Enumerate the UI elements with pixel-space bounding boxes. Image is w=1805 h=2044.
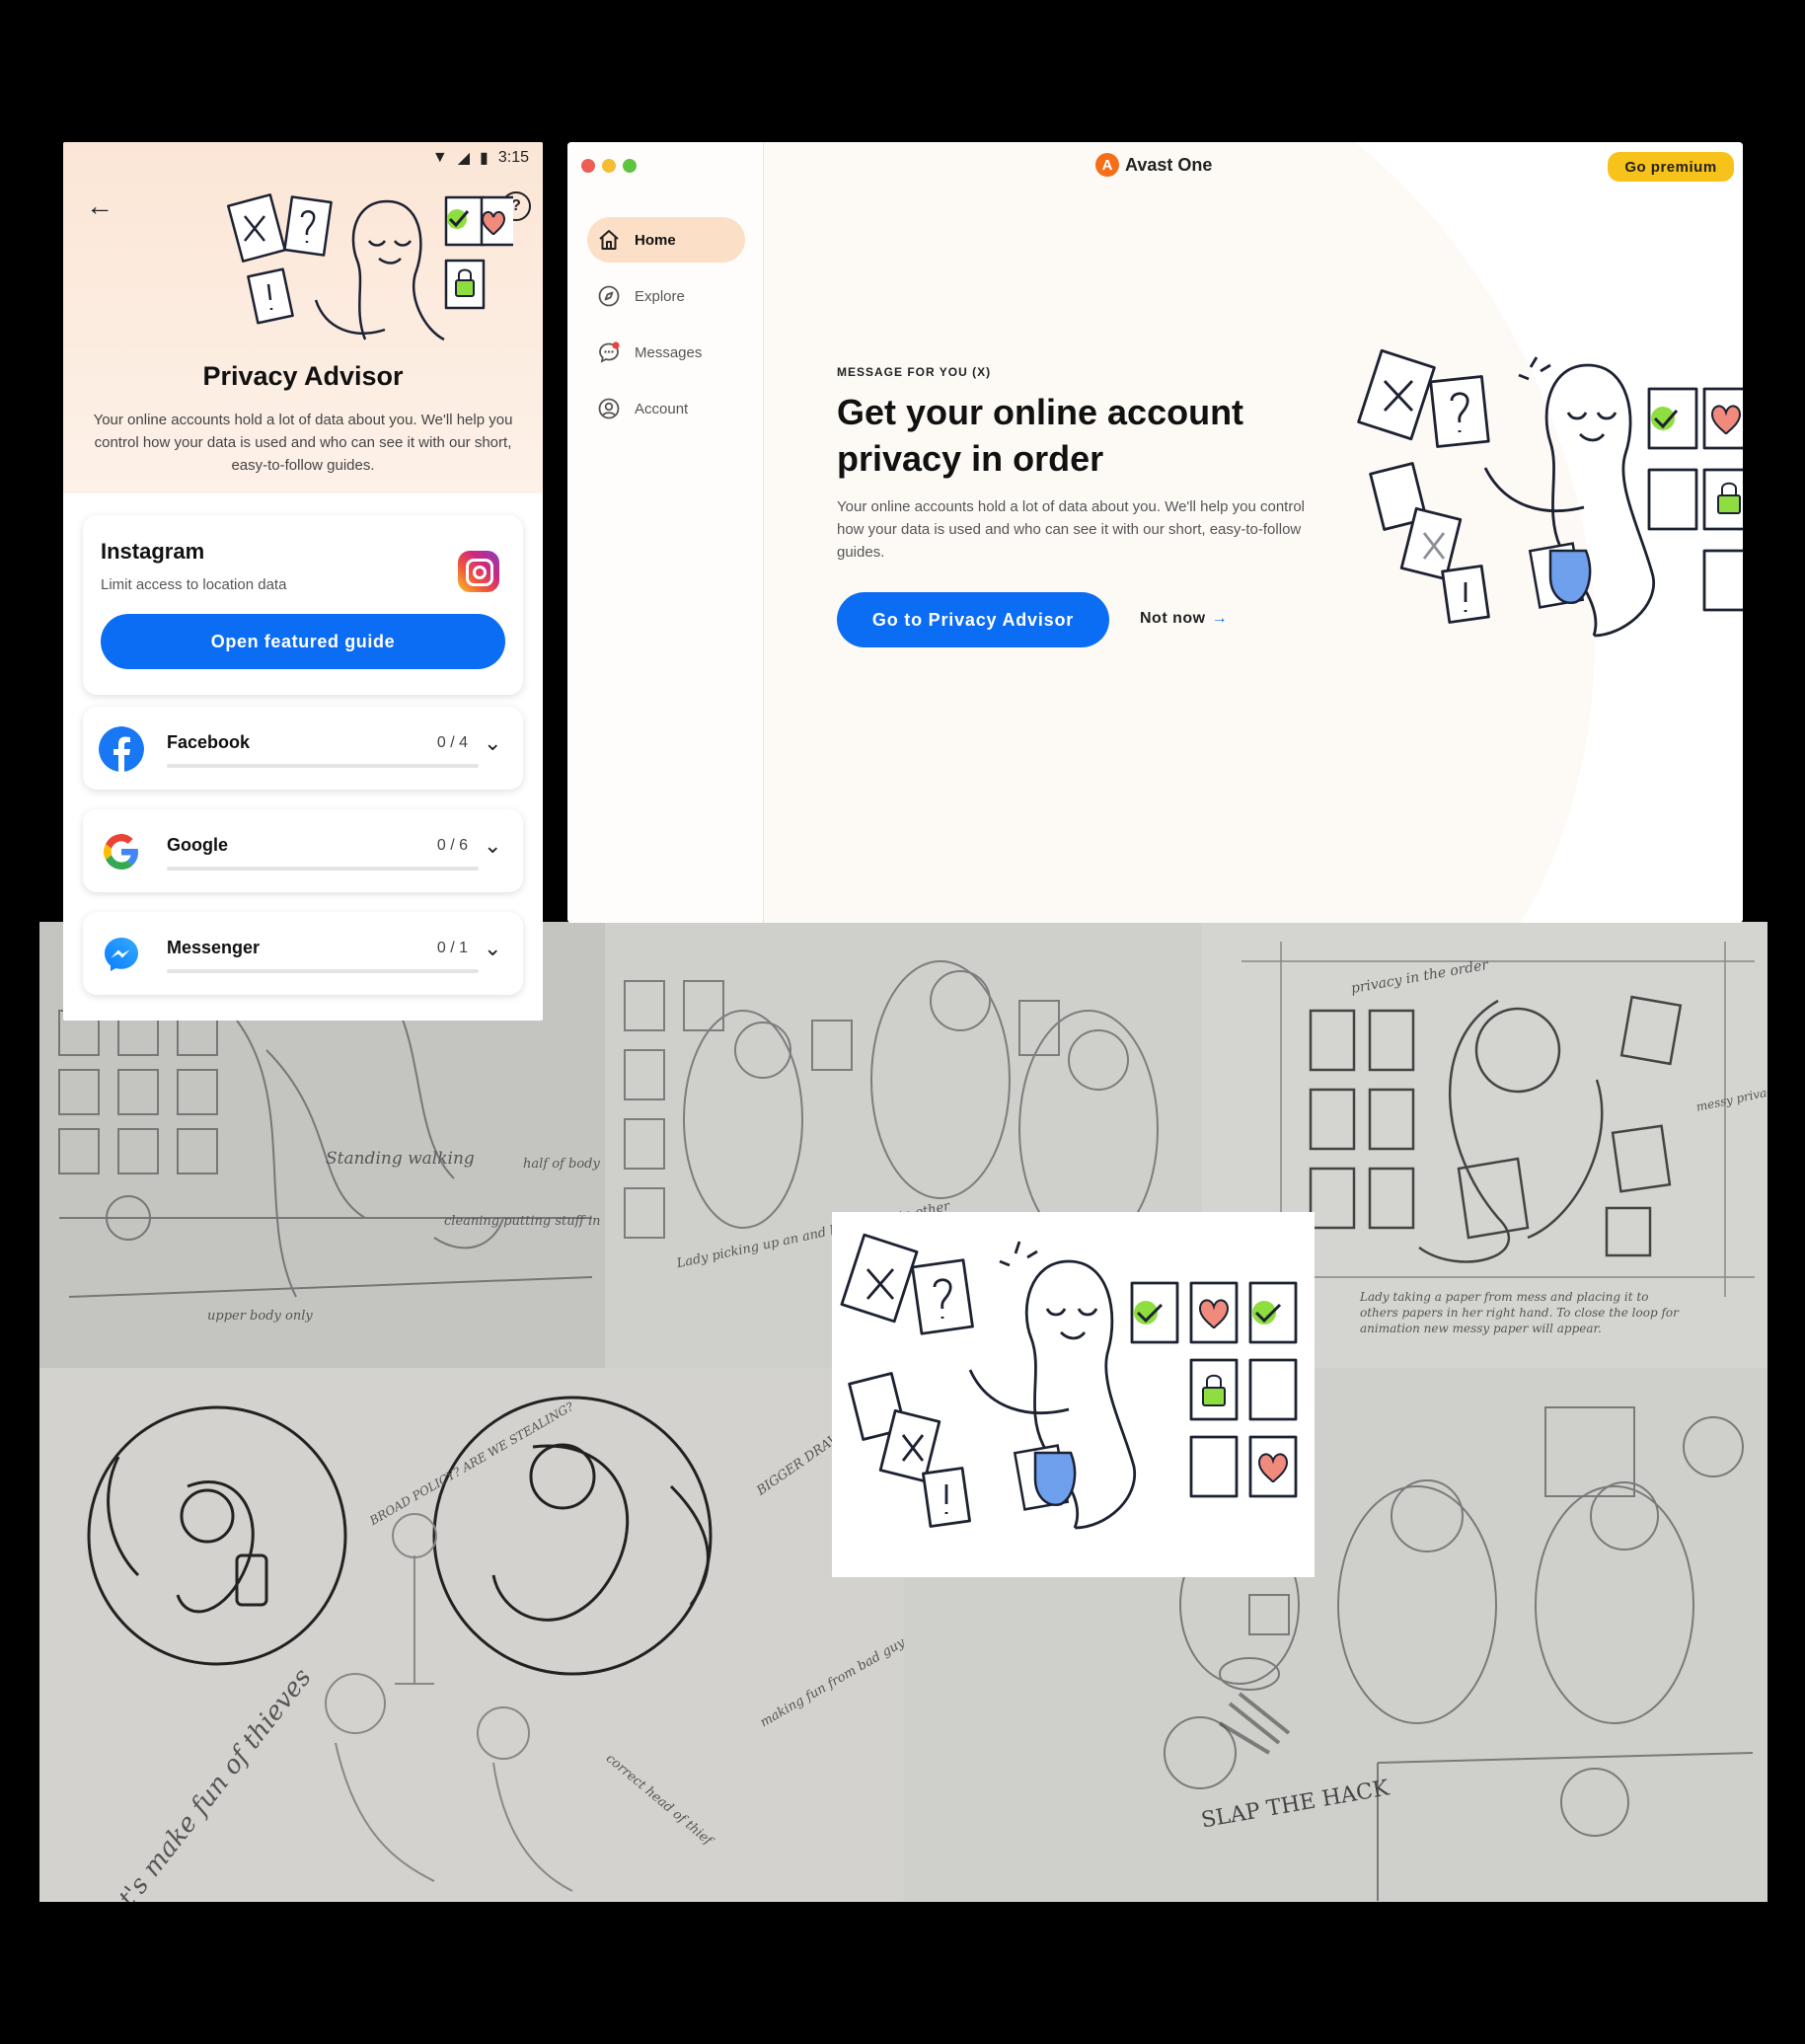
account-progress-count: 0 / 4 <box>436 734 468 751</box>
account-row-google[interactable]: Google 0 / 6 ⌄ <box>83 809 523 892</box>
chat-icon <box>597 341 621 364</box>
sidebar-item-home[interactable]: Home <box>587 217 745 263</box>
page-title: Privacy Advisor <box>202 361 404 391</box>
sketch-note: half of body will be better <box>523 1157 605 1172</box>
not-now-link[interactable]: Not now → <box>1140 610 1228 628</box>
sidebar-item-messages[interactable]: Messages <box>587 330 745 375</box>
account-progress-bar <box>167 867 479 871</box>
sidebar-item-explore[interactable]: Explore <box>587 273 745 319</box>
privacy-hero-illustration <box>1357 348 1743 638</box>
avast-logo-icon: A <box>1095 153 1119 177</box>
account-name: Facebook <box>167 732 251 752</box>
minimize-window-button[interactable] <box>602 159 616 173</box>
chevron-down-icon[interactable]: ⌄ <box>484 730 501 756</box>
app-brand: A Avast One <box>1095 153 1212 177</box>
message-description: Your online accounts hold a lot of data … <box>837 498 1306 561</box>
open-featured-guide-button[interactable]: Open featured guide <box>101 614 505 669</box>
account-progress-count: 0 / 6 <box>436 837 468 854</box>
instagram-icon <box>458 551 499 592</box>
illustration-card <box>832 1212 1315 1577</box>
privacy-illustration-final <box>840 1233 1298 1530</box>
sketch-note: Standing walking <box>326 1149 475 1169</box>
battery-icon: ▮ <box>480 150 489 167</box>
sidebar-item-label: Home <box>635 231 676 249</box>
go-to-privacy-advisor-button[interactable]: Go to Privacy Advisor <box>837 592 1109 647</box>
featured-guide-subtitle: Limit access to location data <box>101 576 287 593</box>
account-name: Google <box>167 835 228 855</box>
go-premium-button[interactable]: Go premium <box>1608 152 1734 182</box>
sidebar: Home Explore Messages Account <box>567 142 764 923</box>
chevron-down-icon[interactable]: ⌄ <box>484 833 501 859</box>
sidebar-item-label: Explore <box>635 287 685 305</box>
account-progress-count: 0 / 1 <box>436 940 468 956</box>
maximize-window-button[interactable] <box>623 159 637 173</box>
desktop-window: Home Explore Messages Account A Avast On… <box>567 142 1743 923</box>
not-now-label: Not now <box>1140 610 1206 627</box>
account-progress-bar <box>167 764 479 768</box>
privacy-illustration <box>226 193 513 341</box>
messenger-icon <box>99 932 144 977</box>
phone-screen: ▼ ◢ ▮ 3:15 ← ? Privacy Advisor Your onli… <box>63 142 543 1021</box>
page-description: Your online accounts hold a lot of data … <box>93 412 513 474</box>
compass-icon <box>597 284 621 308</box>
sidebar-item-label: Account <box>635 400 689 417</box>
account-name: Messenger <box>167 938 261 957</box>
status-bar: ▼ ◢ ▮ 3:15 <box>432 148 529 168</box>
brand-name: Avast One <box>1125 154 1213 175</box>
signal-icon: ◢ <box>457 150 471 167</box>
wifi-icon: ▼ <box>431 149 448 166</box>
home-icon <box>597 228 621 252</box>
google-icon <box>99 829 144 874</box>
sidebar-item-label: Messages <box>635 343 703 361</box>
sidebar-item-account[interactable]: Account <box>587 386 745 431</box>
featured-guide-title: Instagram <box>101 539 205 564</box>
phone-header: ▼ ◢ ▮ 3:15 ← ? Privacy Advisor Your onli… <box>63 142 543 493</box>
sketch-note: Lady taking a paper from mess and placin… <box>1360 1290 1679 1335</box>
user-icon <box>597 397 621 420</box>
status-time: 3:15 <box>497 149 529 166</box>
sketch-note: cleaning putting stuff in to profile <box>444 1214 605 1229</box>
arrow-right-icon: → <box>1211 610 1229 627</box>
account-row-messenger[interactable]: Messenger 0 / 1 ⌄ <box>83 912 523 995</box>
sketch-panel-4: BIGGER DRAWING OF SWEAT BROAD POLICY? AR… <box>39 1368 904 1902</box>
close-window-button[interactable] <box>581 159 595 173</box>
account-row-facebook[interactable]: Facebook 0 / 4 ⌄ <box>83 707 523 790</box>
back-arrow-icon[interactable]: ← <box>83 189 116 223</box>
sketch-note: upper body only <box>207 1309 313 1324</box>
message-kicker: MESSAGE FOR YOU (X) <box>837 365 992 379</box>
chevron-down-icon[interactable]: ⌄ <box>484 936 501 961</box>
account-progress-bar <box>167 969 479 973</box>
facebook-icon <box>99 726 144 772</box>
featured-guide-card: Instagram Limit access to location data … <box>83 515 523 695</box>
message-headline: Get your online account privacy in order <box>837 392 1244 479</box>
